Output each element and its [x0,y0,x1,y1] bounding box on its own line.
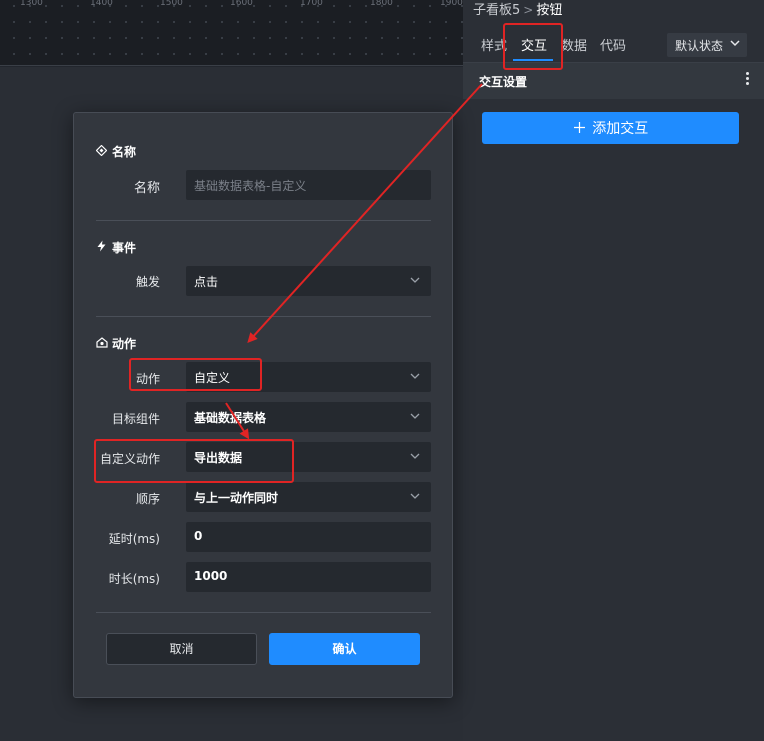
duration-input[interactable]: 1000 [186,562,431,592]
duration-value: 1000 [194,569,228,583]
ruler-label: 1400 [90,0,113,8]
name-input[interactable]: 基础数据表格-自定义 [186,170,431,200]
interaction-dialog: 名称 名称 基础数据表格-自定义 事件 触发 点击 动作 动作 自定义 目标组件… [73,112,453,698]
ruler-label: 1700 [300,0,323,8]
add-interaction-label: 添加交互 [592,120,649,136]
delay-label: 延时(ms) [108,532,160,546]
active-tab-indicator [513,59,553,61]
trigger-select[interactable]: 点击 [186,266,431,296]
name-group-title: 名称 [95,143,136,160]
order-select[interactable]: 与上一动作同时 [186,482,431,512]
action-group-title: 动作 [96,335,136,352]
custom-action-select[interactable]: 导出数据 [186,442,431,472]
target-component-label: 目标组件 [111,412,160,426]
diamond-icon [95,144,108,159]
cancel-button[interactable]: 取消 [106,633,257,665]
action-value: 自定义 [194,371,231,385]
confirm-button[interactable]: 确认 [269,633,420,665]
event-group-title: 事件 [96,239,136,256]
duration-label: 时长(ms) [108,572,160,586]
panel-tabs: 样式 交互 数据 代码 默认状态 [463,25,764,63]
ruler-label: 1500 [160,0,183,8]
action-icon [96,337,108,351]
breadcrumb-separator: > [523,3,534,17]
chevron-down-icon [409,370,421,385]
canvas-dot-grid: 1300 1400 1500 1600 1700 1800 1900 [0,0,463,66]
ruler-label: 1600 [230,0,253,8]
chevron-down-icon [409,450,421,465]
interaction-settings-title: 交互设置 [479,75,528,89]
delay-value: 0 [194,529,203,543]
interaction-settings-header: 交互设置 [463,63,764,99]
add-interaction-button[interactable]: 添加交互 [482,112,739,144]
plus-icon [573,120,590,137]
ruler-label: 1800 [370,0,393,8]
ruler-label: 1900 [440,0,463,8]
ruler-label: 1300 [20,0,43,8]
delay-input[interactable]: 0 [186,522,431,552]
trigger-value: 点击 [194,275,219,289]
chevron-down-icon [729,37,741,52]
name-input-placeholder: 基础数据表格-自定义 [194,179,307,193]
state-select-value: 默认状态 [675,39,724,53]
trigger-label: 触发 [135,275,160,289]
divider [96,220,431,221]
action-label: 动作 [135,372,160,386]
breadcrumb: 子看板5 > 按钮 [473,0,562,18]
divider [96,612,431,613]
tab-data[interactable]: 数据 [561,35,587,54]
chevron-down-icon [409,490,421,505]
order-value: 与上一动作同时 [194,491,279,505]
target-component-value: 基础数据表格 [194,411,267,425]
lightning-icon [96,240,108,255]
name-label: 名称 [133,181,160,196]
chevron-down-icon [409,274,421,289]
tab-interaction[interactable]: 交互 [521,35,547,54]
tab-style[interactable]: 样式 [481,35,507,54]
tab-code[interactable]: 代码 [600,35,626,54]
state-select[interactable]: 默认状态 [667,33,747,57]
divider [96,316,431,317]
target-component-select[interactable]: 基础数据表格 [186,402,431,432]
action-select[interactable]: 自定义 [186,362,431,392]
custom-action-value: 导出数据 [194,451,243,465]
custom-action-label: 自定义动作 [99,452,160,466]
breadcrumb-current: 按钮 [536,3,563,18]
chevron-down-icon [409,410,421,425]
more-vertical-icon[interactable] [746,72,750,88]
breadcrumb-parent[interactable]: 子看板5 [473,3,520,18]
order-label: 顺序 [135,492,160,506]
properties-panel: 子看板5 > 按钮 样式 交互 数据 代码 默认状态 交互设置 添加交互 [463,0,764,741]
